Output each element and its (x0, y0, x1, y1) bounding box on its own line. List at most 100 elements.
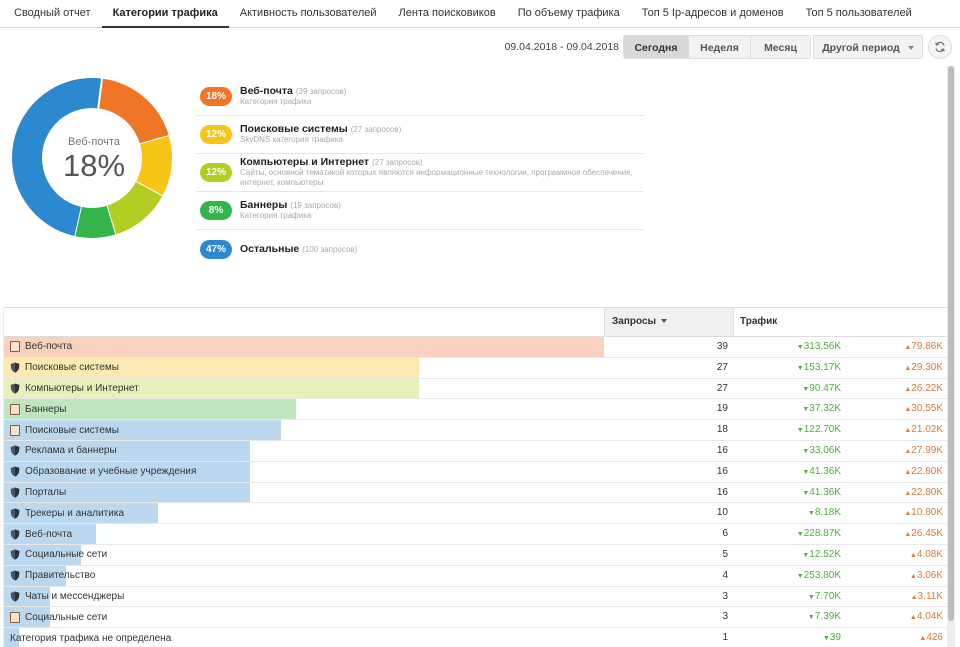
legend-item[interactable]: 47% Остальные (100 запросов) (196, 230, 644, 268)
traffic-down-cell: ▼153.17K (744, 358, 841, 379)
arrow-down-icon: ▼ (796, 531, 804, 539)
date-range: 09.04.2018 - 09.04.2018 (504, 41, 619, 53)
legend-item[interactable]: 12% Компьютеры и Интернет (27 запросов) Сай… (196, 154, 644, 192)
legend-item[interactable]: 12% Поисковые системы (27 запросов) SkyDNS … (196, 116, 644, 154)
traffic-down-value: 41.36K (809, 486, 841, 498)
donut-center-value: 18% (62, 148, 126, 183)
shield-icon (10, 383, 20, 394)
legend-percent-badge: 12% (200, 163, 232, 182)
traffic-up-cell: ▲26.22K (864, 379, 943, 400)
traffic-up-cell: ▲3.11K (864, 587, 943, 608)
month-button[interactable]: Месяц (751, 35, 811, 59)
categories-table: Запросы Трафик Веб-почта 39 ▼313.56K ▲79.86… (3, 307, 948, 647)
traffic-down-value: 12.52K (809, 548, 841, 560)
requests-cell: 3 (722, 611, 728, 623)
legend-name: Поисковые системы (240, 123, 348, 135)
category-name: Социальные сети (25, 549, 108, 561)
tab-user-activity[interactable]: Активность пользователей (229, 0, 388, 28)
table-row[interactable]: Правительство 4 ▼253.80K ▲3.06K (4, 565, 948, 587)
category-name: Поисковые системы (25, 362, 119, 374)
tab-top5-users[interactable]: Топ 5 пользователей (795, 0, 923, 28)
donut-segment-2[interactable] (105, 181, 163, 235)
category-cell: Социальные сети (10, 545, 107, 565)
table-row[interactable]: Веб-почта 6 ▼228.87K ▲26.45K (4, 524, 948, 545)
traffic-up-value: 22.80K (911, 465, 943, 477)
table-header: Запросы Трафик (4, 308, 948, 337)
table-row[interactable]: Категория трафика не определена 1 ▼39 ▲426 (4, 628, 948, 647)
requests-cell: 4 (722, 569, 728, 581)
traffic-up-cell: ▲22.80K (864, 483, 943, 504)
table-row[interactable]: Социальные сети 5 ▼12.52K ▲4.08K (4, 544, 948, 566)
shield-icon (10, 529, 20, 540)
traffic-down-value: 228.87K (803, 528, 841, 540)
tab-traffic-volume[interactable]: По объему трафика (507, 0, 631, 28)
shield-icon (10, 362, 20, 373)
traffic-up-cell: ▲4.08K (864, 545, 943, 566)
sort-desc-icon (661, 319, 668, 324)
traffic-up-cell: ▲10.80K (864, 503, 943, 524)
category-name: Чаты и мессенджеры (25, 590, 125, 602)
traffic-up-cell: ▲21.02K (864, 420, 943, 441)
requests-cell: 10 (716, 507, 728, 519)
tab-summary[interactable]: Сводный отчет (0, 0, 102, 28)
table-row[interactable]: Чаты и мессенджеры 3 ▼7.70K ▲3.11K (4, 586, 948, 608)
category-book-icon (10, 403, 20, 415)
requests-cell: 39 (716, 341, 728, 352)
table-row[interactable]: Веб-почта 39 ▼313.56K ▲79.86K (4, 337, 948, 358)
traffic-up-cell: ▲26.45K (864, 524, 943, 545)
requests-cell: 27 (716, 382, 728, 394)
tab-traffic-categories[interactable]: Категории трафика (101, 0, 229, 28)
shield-icon (10, 445, 20, 456)
requests-cell: 18 (716, 424, 728, 436)
table-row[interactable]: Реклама и баннеры 16 ▼33.06K ▲27.99K (4, 440, 948, 462)
donut-segment-0[interactable] (97, 78, 169, 145)
requests-header-label: Запросы (612, 316, 657, 327)
legend-text: Остальные (100 запросов) (240, 243, 358, 255)
table-row[interactable]: Порталы 16 ▼41.36K ▲22.80K (4, 482, 948, 504)
traffic-down-value: 90.47K (809, 382, 841, 394)
arrow-down-icon: ▼ (796, 427, 804, 435)
table-row[interactable]: Образование и учебные учреждения 16 ▼41.36… (4, 461, 948, 483)
traffic-down-value: 33.06K (809, 444, 841, 456)
legend-name: Веб-почта (240, 85, 293, 97)
legend-item[interactable]: 18% Веб-почта (39 запросов) Категория трафи… (196, 78, 644, 116)
arrow-down-icon: ▼ (822, 635, 830, 643)
traffic-up-cell: ▲27.99K (864, 441, 943, 462)
today-button[interactable]: Сегодня (623, 35, 689, 59)
table-row[interactable]: Поисковые системы 27 ▼153.17K ▲29.30K (4, 357, 948, 379)
requests-cell: 6 (722, 528, 728, 540)
category-name: Веб-почта (25, 528, 73, 540)
scrollbar[interactable] (947, 66, 955, 647)
category-book-icon (10, 424, 20, 436)
traffic-down-cell: ▼39 (744, 628, 841, 647)
legend-percent-badge: 18% (200, 87, 232, 106)
traffic-down-cell: ▼37.32K (744, 399, 841, 420)
table-row[interactable]: Компьютеры и Интернет 27 ▼90.47K ▲26.22K (4, 378, 948, 400)
traffic-down-cell: ▼41.36K (744, 483, 841, 504)
donut-center-label: Веб-почта (68, 136, 120, 148)
traffic-down-cell: ▼7.39K (744, 607, 841, 628)
refresh-icon (935, 41, 945, 53)
other-period-label: Другой период (822, 42, 900, 54)
table-row[interactable]: Социальные сети 3 ▼7.39K ▲4.04K (4, 607, 948, 629)
table-row[interactable]: Баннеры 19 ▼37.32K ▲30.55K (4, 399, 948, 421)
legend-item[interactable]: 8% Баннеры (19 запросов) Категория трафика (196, 192, 644, 230)
chevron-down-icon (907, 46, 914, 51)
traffic-up-cell: ▲29.30K (864, 358, 943, 379)
category-cell: Трекеры и аналитика (10, 503, 124, 523)
traffic-down-cell: ▼313.56K (744, 337, 841, 358)
table-body: Веб-почта 39 ▼313.56K ▲79.86K Поисковые сист… (4, 337, 948, 647)
table-row[interactable]: Трекеры и аналитика 10 ▼8.18K ▲10.80K (4, 503, 948, 525)
scrollbar-thumb[interactable] (948, 66, 954, 621)
week-button[interactable]: Неделя (689, 35, 751, 59)
tab-search-feed[interactable]: Лента поисковиков (388, 0, 507, 28)
legend-count: (100 запросов) (302, 244, 358, 254)
tab-top5-ip-domains[interactable]: Топ 5 Ip-адресов и доменов (631, 0, 795, 28)
refresh-button[interactable] (928, 35, 952, 59)
table-row[interactable]: Поисковые системы 18 ▼122.70K ▲21.02K (4, 420, 948, 441)
donut-center: Веб-почта 18% (14, 136, 174, 184)
requests-column-header[interactable]: Запросы (604, 308, 734, 336)
other-period-dropdown[interactable]: Другой период (813, 35, 923, 59)
arrow-down-icon: ▼ (807, 510, 815, 518)
donut-segment-3[interactable] (74, 205, 116, 238)
